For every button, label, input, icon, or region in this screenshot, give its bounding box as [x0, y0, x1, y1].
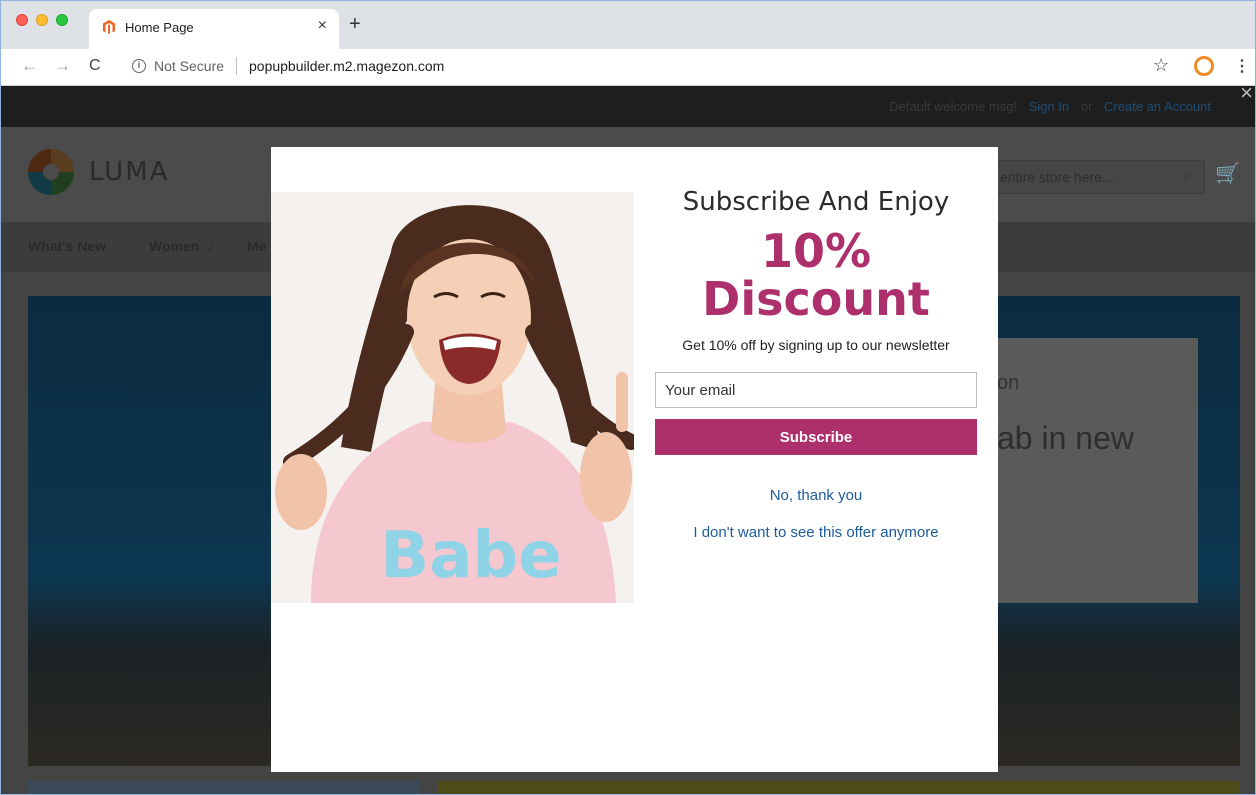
chevron-down-icon: ⌵ — [203, 238, 214, 254]
info-icon[interactable]: i — [132, 59, 146, 73]
nav-item-women-label: Women — [149, 238, 200, 254]
header-links: Default welcome msg! Sign In or Create a… — [881, 99, 1211, 114]
nav-item-women[interactable]: Women ⌵ — [149, 238, 214, 255]
back-icon[interactable]: ← — [21, 56, 38, 76]
sign-in-link[interactable]: Sign In — [1029, 99, 1069, 114]
hero-heading-partial: ab in new — [997, 420, 1134, 456]
search-input[interactable]: entire store here... — [1000, 169, 1114, 185]
welcome-message: Default welcome msg! — [889, 99, 1018, 114]
subscribe-button[interactable]: Subscribe — [655, 419, 977, 455]
tab-home-page[interactable]: Home Page × — [89, 9, 339, 49]
reload-icon[interactable]: C — [89, 57, 101, 75]
nav-item-whats-new[interactable]: What's New — [28, 238, 106, 254]
popup-percent: 10% — [760, 224, 872, 278]
store-topbar: Default welcome msg! Sign In or Create a… — [1, 86, 1255, 127]
close-window-button[interactable] — [16, 14, 28, 26]
address-bar[interactable]: popupbuilder.m2.magezon.com — [249, 58, 444, 74]
shirt-print-text: Babe — [380, 519, 561, 593]
url-divider — [236, 57, 237, 75]
nav-item-men[interactable]: Me — [247, 238, 266, 254]
browser-toolbar: ← → C i Not Secure popupbuilder.m2.magez… — [1, 49, 1255, 86]
or-text: or — [1080, 99, 1093, 114]
popup-title: Subscribe And Enjoy — [682, 187, 950, 217]
no-thanks-link[interactable]: No, thank you — [655, 487, 977, 504]
popup-discount: Discount — [702, 272, 930, 326]
tab-strip: Home Page × + — [1, 1, 1255, 49]
hero-text-partial: on — [997, 372, 1020, 394]
promo-block-right[interactable] — [437, 781, 1240, 794]
extension-icon[interactable] — [1194, 56, 1214, 76]
new-tab-button[interactable]: + — [349, 14, 361, 34]
logo-text[interactable]: LUMA — [89, 157, 169, 187]
email-field[interactable] — [655, 372, 977, 408]
tab-close-icon[interactable]: × — [318, 17, 327, 35]
security-label[interactable]: Not Secure — [154, 58, 224, 74]
promo-block-left[interactable] — [28, 781, 420, 794]
newsletter-popup: Babe Subscribe And Enjoy 10% Discount Ge… — [271, 147, 998, 772]
browser-window: Home Page × + ← → C i Not Secure popupbu… — [0, 0, 1256, 795]
star-icon[interactable]: ☆ — [1153, 55, 1169, 76]
smiling-woman-image: Babe — [271, 192, 634, 603]
maximize-window-button[interactable] — [56, 14, 68, 26]
popup-subtitle: Get 10% off by signing up to our newslet… — [682, 337, 950, 353]
magento-favicon-icon — [103, 20, 115, 34]
store-search[interactable]: entire store here... ⌕ — [991, 160, 1205, 194]
menu-icon[interactable]: ⋮ — [1234, 56, 1250, 76]
create-account-link[interactable]: Create an Account — [1104, 99, 1211, 114]
forward-icon[interactable]: → — [54, 56, 71, 76]
luma-logo-icon[interactable] — [28, 149, 74, 195]
dont-show-again-link[interactable]: I don't want to see this offer anymore — [655, 524, 977, 541]
overlay-close-icon[interactable]: × — [1240, 86, 1253, 106]
search-icon[interactable]: ⌕ — [1184, 167, 1192, 184]
popup-photo: Babe — [271, 192, 634, 603]
minimize-window-button[interactable] — [36, 14, 48, 26]
cart-icon[interactable]: 🛒 — [1215, 161, 1240, 186]
tab-title: Home Page — [125, 20, 194, 35]
